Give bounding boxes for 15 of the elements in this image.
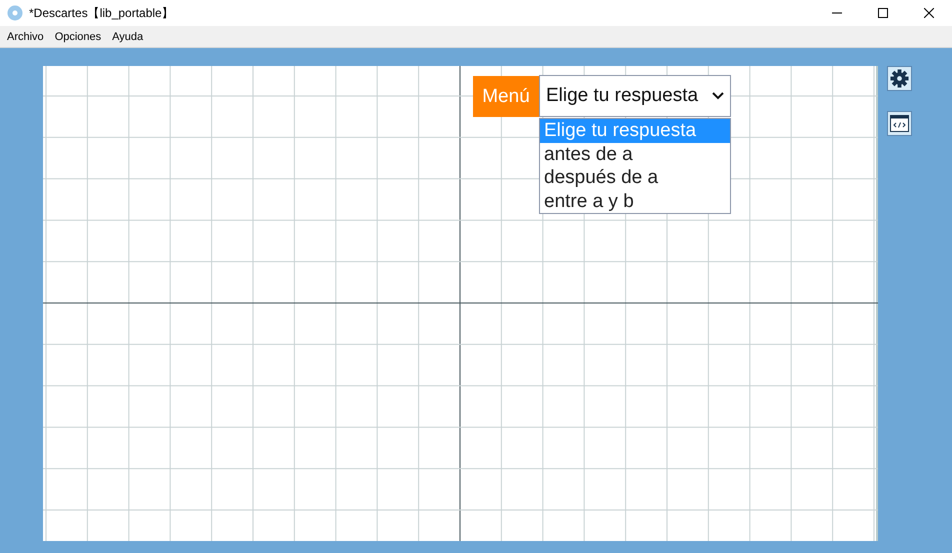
maximize-icon	[878, 8, 888, 18]
dropdown-option[interactable]: después de a	[540, 166, 730, 190]
code-window-icon	[890, 115, 909, 132]
disc-icon	[7, 5, 23, 21]
dropdown-option[interactable]: antes de a	[540, 142, 730, 166]
window-title: *Descartes【lib_portable】	[29, 4, 175, 22]
gear-icon	[890, 69, 909, 88]
menu-item[interactable]: Ayuda	[109, 30, 148, 42]
menu-item[interactable]: Opciones	[52, 30, 106, 42]
menu-item[interactable]: Archivo	[4, 30, 48, 42]
close-icon	[924, 8, 934, 18]
answer-select[interactable]: Elige tu respuesta	[539, 75, 731, 117]
settings-button[interactable]	[887, 66, 912, 91]
code-window-button[interactable]	[887, 111, 912, 136]
dropdown-option[interactable]: entre a y b	[540, 190, 730, 213]
